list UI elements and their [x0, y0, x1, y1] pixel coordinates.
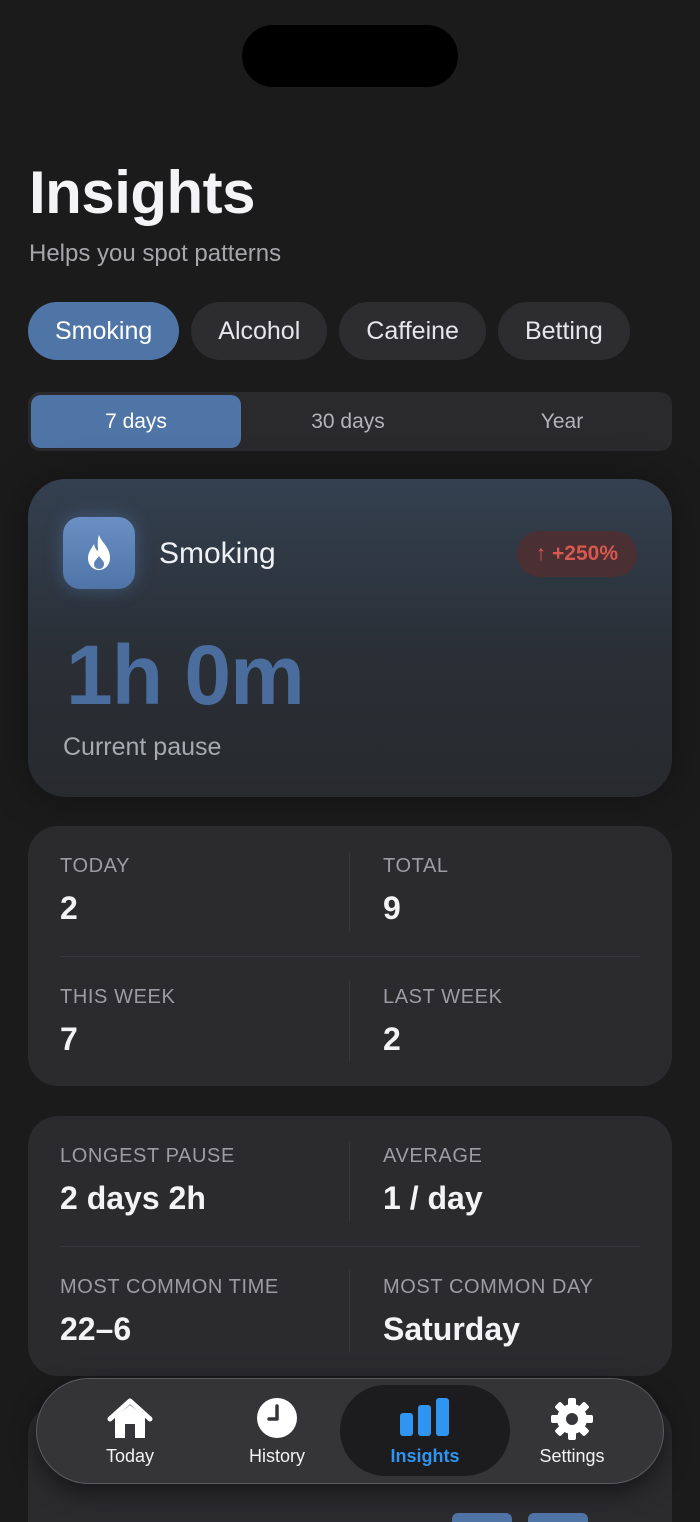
stat-today: TODAY 2: [60, 855, 130, 927]
divider: [349, 1142, 350, 1222]
stat-value: 9: [383, 890, 401, 926]
stat-total: TOTAL 9: [383, 855, 449, 927]
stat-most-common-time: MOST COMMON TIME 22–6: [60, 1276, 279, 1348]
stat-label: TOTAL: [383, 855, 449, 877]
trend-value: +250%: [552, 542, 618, 565]
bar-chart-icon: [400, 1398, 449, 1436]
chart-bar: [528, 1513, 588, 1522]
stat-label: LAST WEEK: [383, 986, 503, 1008]
stat-value: 22–6: [60, 1311, 132, 1347]
stat-value: 2: [383, 1021, 401, 1057]
stat-average: AVERAGE 1 / day: [383, 1145, 483, 1217]
stat-label: TODAY: [60, 855, 131, 877]
chip-betting[interactable]: Betting: [497, 302, 630, 360]
tab-label: Settings: [539, 1446, 605, 1466]
tab-settings[interactable]: Settings: [497, 1379, 647, 1482]
stat-last-week: LAST WEEK 2: [383, 986, 503, 1058]
house-icon: [107, 1398, 153, 1438]
category-chips: Smoking Alcohol Caffeine Betting: [28, 302, 672, 360]
patterns-card: LONGEST PAUSE 2 days 2h AVERAGE 1 / day …: [28, 1116, 672, 1376]
divider: [60, 956, 640, 957]
stat-value: 7: [60, 1021, 78, 1057]
stat-value: 2: [60, 890, 78, 926]
chip-caffeine[interactable]: Caffeine: [339, 302, 486, 360]
stat-label: AVERAGE: [383, 1145, 483, 1167]
current-pause-value: 1h 0m: [66, 628, 305, 722]
period-30-days[interactable]: 30 days: [241, 395, 455, 448]
stat-value: 2 days 2h: [60, 1180, 206, 1216]
gear-icon: [551, 1398, 593, 1440]
period-year[interactable]: Year: [455, 395, 669, 448]
divider: [349, 980, 350, 1062]
stat-label: MOST COMMON DAY: [383, 1276, 594, 1298]
period-selector: 7 days 30 days Year: [28, 392, 672, 451]
stat-this-week: THIS WEEK 7: [60, 986, 175, 1058]
chip-smoking[interactable]: Smoking: [28, 302, 180, 360]
tab-label: Insights: [390, 1446, 460, 1466]
stat-label: MOST COMMON TIME: [60, 1276, 279, 1298]
tab-label: History: [248, 1446, 305, 1466]
period-7-days[interactable]: 7 days: [31, 395, 241, 448]
tab-history[interactable]: History: [202, 1379, 352, 1482]
page-subtitle: Helps you spot patterns: [29, 240, 282, 267]
chart-bar: [452, 1513, 512, 1522]
tab-bar: Today History Insights Settings: [36, 1378, 664, 1484]
dynamic-island: [242, 25, 458, 87]
chip-alcohol[interactable]: Alcohol: [191, 302, 328, 360]
stat-longest-pause: LONGEST PAUSE 2 days 2h: [60, 1145, 235, 1217]
insights-screen: Insights Helps you spot patterns Smoking…: [0, 0, 700, 1522]
current-pause-caption: Current pause: [63, 733, 222, 761]
tab-label: Today: [105, 1446, 155, 1466]
current-pause-card: Smoking ↑ +250% 1h 0m Current pause: [28, 479, 672, 797]
tab-today[interactable]: Today: [55, 1379, 205, 1482]
flame-icon: [63, 517, 135, 589]
stat-label: THIS WEEK: [60, 986, 176, 1008]
stat-value: Saturday: [383, 1311, 520, 1347]
stat-value: 1 / day: [383, 1180, 483, 1216]
arrow-up-icon: ↑: [535, 542, 547, 565]
divider: [349, 852, 350, 932]
divider: [60, 1246, 640, 1247]
counts-card: TODAY 2 TOTAL 9 THIS WEEK 7 LAST WEEK 2: [28, 826, 672, 1086]
clock-icon: [257, 1398, 297, 1438]
stat-most-common-day: MOST COMMON DAY Saturday: [383, 1276, 593, 1348]
hero-category-name: Smoking: [159, 537, 276, 570]
divider: [349, 1270, 350, 1352]
page-title: Insights: [29, 159, 256, 226]
tab-insights[interactable]: Insights: [340, 1385, 510, 1476]
trend-badge: ↑ +250%: [516, 531, 637, 577]
stat-label: LONGEST PAUSE: [60, 1145, 235, 1167]
